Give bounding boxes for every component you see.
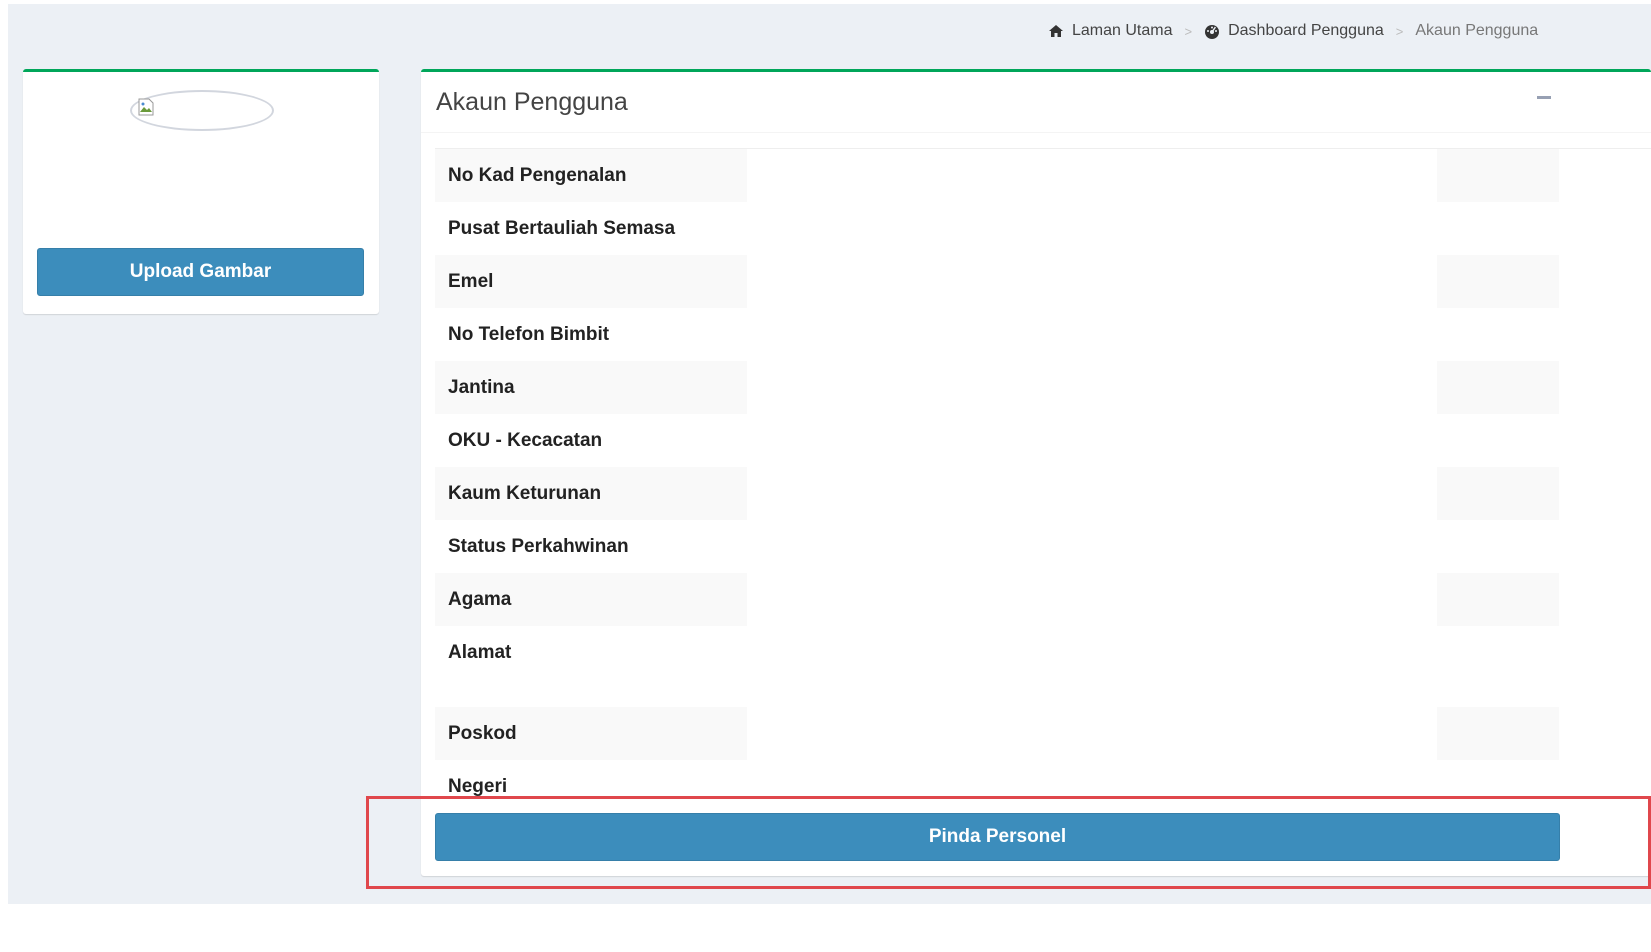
field-value [747, 707, 1437, 760]
table-row: Agama [435, 573, 1559, 626]
breadcrumb-home-label: Laman Utama [1072, 22, 1173, 39]
breadcrumb-current: Akaun Pengguna [1415, 22, 1539, 39]
breadcrumb-home[interactable]: Laman Utama [1048, 22, 1173, 40]
field-extra [1437, 760, 1559, 809]
account-details: No Kad Pengenalan Pusat Bertauliah Semas… [435, 148, 1651, 809]
field-value [747, 308, 1437, 361]
field-label: OKU - Kecacatan [435, 414, 747, 467]
field-value [747, 361, 1437, 414]
field-label: Negeri [435, 760, 747, 809]
field-value [747, 760, 1437, 809]
breadcrumb-separator: > [1184, 23, 1193, 39]
field-label: Poskod [435, 707, 747, 760]
field-value [747, 414, 1437, 467]
field-label: No Kad Pengenalan [435, 149, 747, 202]
field-extra [1437, 361, 1559, 414]
field-extra [1437, 255, 1559, 308]
table-row: Emel [435, 255, 1559, 308]
field-value [747, 149, 1437, 202]
field-label: Emel [435, 255, 747, 308]
table-row: Poskod [435, 707, 1559, 760]
account-box-header: Akaun Pengguna [421, 72, 1651, 133]
field-value [747, 255, 1437, 308]
upload-image-button[interactable]: Upload Gambar [37, 248, 364, 296]
table-row: Status Perkahwinan [435, 520, 1559, 573]
account-table: No Kad Pengenalan Pusat Bertauliah Semas… [435, 149, 1559, 809]
table-row: No Telefon Bimbit [435, 308, 1559, 361]
account-box: Akaun Pengguna No Kad Pengenalan Pusat B… [421, 69, 1651, 876]
account-title: Akaun Pengguna [436, 88, 628, 116]
field-extra [1437, 626, 1559, 707]
field-extra [1437, 308, 1559, 361]
field-extra [1437, 149, 1559, 202]
field-extra [1437, 467, 1559, 520]
field-value [747, 626, 1437, 707]
field-label: Agama [435, 573, 747, 626]
breadcrumb-dashboard[interactable]: Dashboard Pengguna [1204, 22, 1384, 40]
table-row: No Kad Pengenalan [435, 149, 1559, 202]
field-extra [1437, 707, 1559, 760]
field-label: Status Perkahwinan [435, 520, 747, 573]
table-row: Pusat Bertauliah Semasa [435, 202, 1559, 255]
field-label: Kaum Keturunan [435, 467, 747, 520]
field-label: Jantina [435, 361, 747, 414]
field-value [747, 467, 1437, 520]
minus-icon[interactable] [1537, 96, 1551, 99]
broken-image-icon [138, 98, 154, 116]
field-label: Alamat [435, 626, 747, 707]
table-row: Alamat [435, 626, 1559, 707]
profile-box: Upload Gambar [23, 69, 379, 314]
breadcrumb-separator: > [1395, 23, 1404, 39]
field-value [747, 520, 1437, 573]
field-extra [1437, 414, 1559, 467]
dashboard-icon [1205, 25, 1220, 39]
field-extra [1437, 520, 1559, 573]
home-icon [1049, 25, 1063, 37]
table-row: Jantina [435, 361, 1559, 414]
breadcrumb-dashboard-label: Dashboard Pengguna [1228, 22, 1384, 39]
field-label: No Telefon Bimbit [435, 308, 747, 361]
table-row: OKU - Kecacatan [435, 414, 1559, 467]
table-row: Kaum Keturunan [435, 467, 1559, 520]
field-extra [1437, 202, 1559, 255]
field-value [747, 573, 1437, 626]
edit-personnel-button[interactable]: Pinda Personel [435, 813, 1560, 861]
field-extra [1437, 573, 1559, 626]
field-value [747, 202, 1437, 255]
avatar [130, 90, 274, 131]
table-row: Negeri [435, 760, 1559, 809]
breadcrumb: Laman Utama > Dashboard Pengguna > Akaun… [1048, 22, 1538, 40]
field-label: Pusat Bertauliah Semasa [435, 202, 747, 255]
